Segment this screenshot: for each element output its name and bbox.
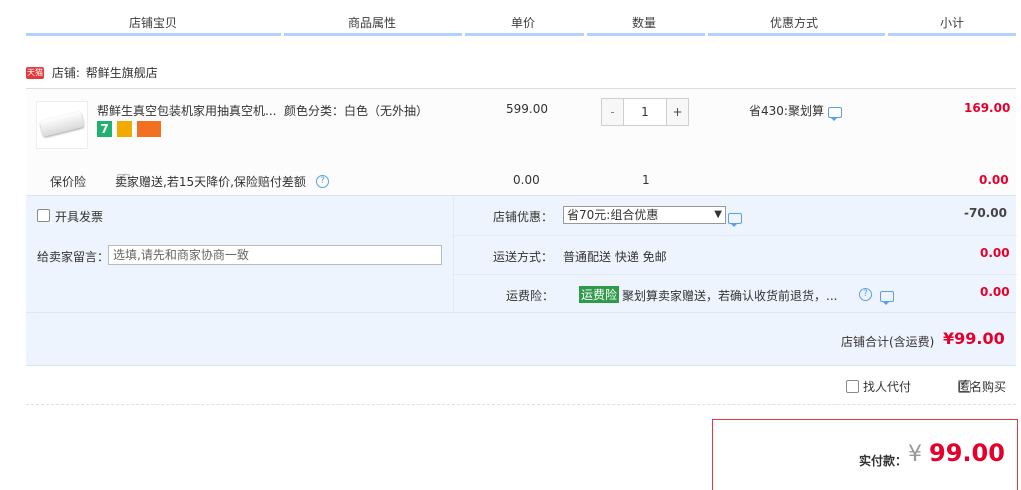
- shop-total-label: 店铺合计(含运费): [841, 335, 935, 349]
- chat-icon[interactable]: [728, 213, 742, 227]
- payment-total: 99.00: [929, 439, 1005, 467]
- quantity-stepper: - 1 +: [601, 98, 689, 126]
- dropdown-arrow-icon: ▼: [714, 209, 722, 220]
- anonymous-label: 匿名购买: [958, 380, 1007, 394]
- freight-ins-label: 运费险：: [506, 289, 555, 303]
- order-options-panel: 开具发票 给卖家留言： 选填,请先和商家协商一致 店铺优惠： 省70元:组合优惠…: [26, 195, 1017, 313]
- col-shop-item: 店铺宝贝: [129, 16, 178, 30]
- seven-day-return-icon: 7: [97, 121, 112, 137]
- freight-ins-desc: 聚划算卖家赠送，若确认收货前退货，...: [622, 289, 838, 303]
- insurance-desc: 卖家赠送,若15天降价,保险赔付差额: [115, 175, 306, 189]
- chat-icon[interactable]: [879, 291, 894, 305]
- guarantee-icon: [117, 121, 132, 137]
- shop-prefix: 店铺:: [51, 66, 80, 80]
- col-subtotal: 小计: [940, 16, 965, 30]
- insurance-subtotal: 0.00: [979, 173, 1009, 187]
- item-subtotal: 169.00: [964, 101, 1011, 115]
- freight-ins-amount: 0.00: [980, 285, 1010, 299]
- shop-name-link[interactable]: 帮鲜生旗舰店: [86, 66, 158, 80]
- insurance-label: 保价险: [50, 175, 87, 189]
- invoice-checkbox[interactable]: [37, 209, 50, 222]
- memo-input[interactable]: 选填,请先和商家协商一致: [108, 245, 442, 265]
- insurance-qty: 1: [642, 173, 650, 187]
- col-attributes: 商品属性: [348, 16, 397, 30]
- insurance-price: 0.00: [513, 173, 540, 187]
- col-discount: 优惠方式: [770, 16, 819, 30]
- payment-label: 实付款：: [859, 454, 908, 468]
- item-discount: 省430:聚划算: [749, 104, 824, 118]
- memo-label: 给卖家留言：: [37, 250, 110, 264]
- tmall-icon: 天猫: [26, 66, 44, 79]
- cart-item: 帮鲜生真空包装机家用抽真空机... 7 颜色分类：白色（无外抽） 599.00 …: [26, 88, 1016, 195]
- product-title-link[interactable]: 帮鲜生真空包装机家用抽真空机...: [97, 102, 277, 119]
- help-icon[interactable]: ?: [859, 288, 872, 301]
- cart-header: 店铺宝贝 商品属性 单价 数量 优惠方式 小计: [0, 0, 1021, 36]
- shop-charges: 店铺优惠： 省70元:组合优惠 ▼ -70.00 运送方式： 普通配送 快递 免…: [453, 196, 1017, 313]
- chat-icon[interactable]: [828, 107, 842, 121]
- item-price: 599.00: [506, 102, 548, 116]
- shop-promo-select[interactable]: 省70元:组合优惠 ▼: [563, 206, 726, 224]
- shop-line: 天猫 店铺: 帮鲜生旗舰店: [26, 64, 158, 82]
- proxy-pay-checkbox[interactable]: [846, 380, 859, 393]
- help-icon[interactable]: ?: [316, 175, 329, 188]
- shipping-method: 普通配送 快递 免邮: [563, 250, 667, 264]
- product-attributes: 颜色分类：白色（无外抽）: [284, 104, 429, 118]
- col-quantity: 数量: [632, 16, 657, 30]
- invoice-label: 开具发票: [55, 210, 104, 224]
- shop-promo-label: 店铺优惠：: [493, 210, 554, 224]
- header-divider: [26, 33, 1016, 36]
- shipping-label: 运送方式：: [493, 250, 554, 264]
- payment-summary: 实付款： ¥ 99.00: [712, 419, 1018, 490]
- qty-input[interactable]: 1: [624, 99, 666, 125]
- checkout-options: 找人代付 匿名购买: [26, 364, 1016, 405]
- credit-card-icon: [137, 121, 161, 137]
- shipping-amount: 0.00: [980, 246, 1010, 260]
- product-thumbnail[interactable]: [36, 101, 88, 149]
- col-price: 单价: [511, 16, 536, 30]
- proxy-pay-label: 找人代付: [863, 380, 912, 394]
- payment-currency: ¥: [908, 442, 922, 467]
- qty-increase-button[interactable]: +: [666, 99, 688, 125]
- freight-ins-tag: 运费险: [579, 286, 620, 303]
- shop-total-row: 店铺合计(含运费) ¥99.00: [26, 312, 1016, 366]
- qty-decrease-button[interactable]: -: [602, 99, 624, 125]
- shop-total-value: ¥99.00: [943, 329, 1005, 348]
- shop-promo-amount: -70.00: [964, 206, 1007, 220]
